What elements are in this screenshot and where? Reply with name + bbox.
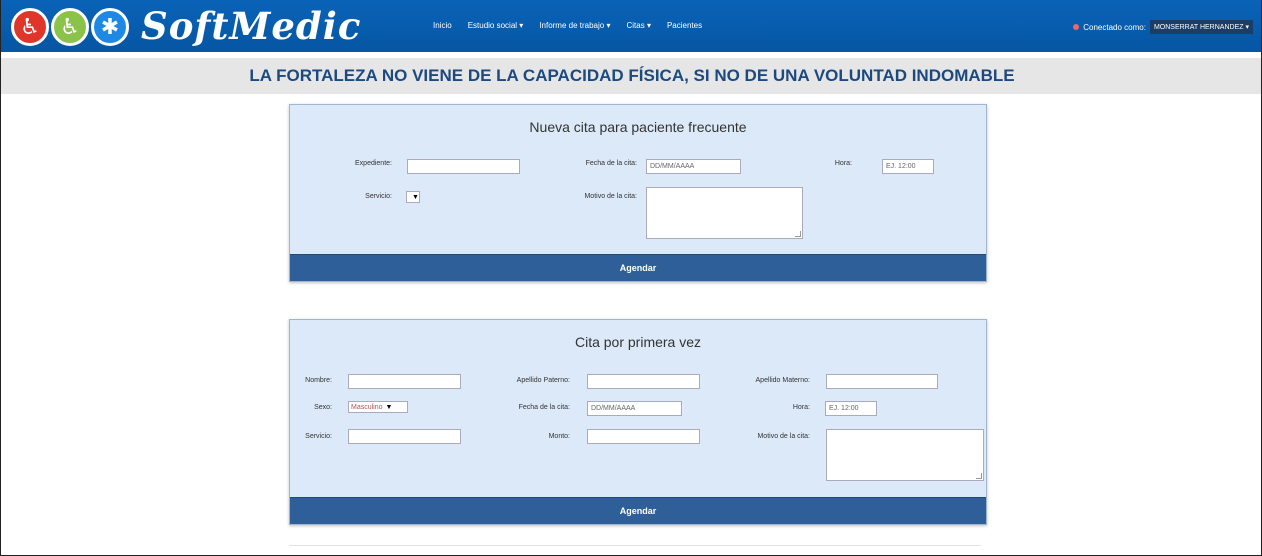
hora-label: Hora:: [834, 160, 852, 167]
form-title: Cita por primera vez: [574, 334, 702, 350]
sexo-select[interactable]: Masculino ▼: [348, 401, 408, 413]
walking-cane-icon: ♿: [51, 8, 89, 46]
nombre-label: Nombre:: [305, 377, 332, 384]
caret-down-icon: ▾: [646, 21, 651, 30]
nav-estudio-social[interactable]: Estudio social ▾: [468, 21, 524, 30]
page: ♿ ♿ ✱ SoftMedic Inicio Estudio social ▾ …: [0, 0, 1262, 556]
fecha-label: Fecha de la cita:: [518, 404, 570, 411]
fecha-label: Fecha de la cita:: [585, 160, 637, 167]
logo[interactable]: ♿ ♿ ✱: [11, 8, 129, 46]
servicio-label: Servicio:: [365, 193, 392, 200]
caret-down-icon: ▾: [606, 21, 611, 30]
nav-informe-trabajo-label: Informe de trabajo: [539, 21, 605, 30]
fecha-input[interactable]: DD/MM/AAAA: [646, 159, 741, 174]
agendar-button-label: Agendar: [619, 263, 657, 273]
brand-name[interactable]: SoftMedic: [141, 4, 361, 48]
caret-down-icon: ▼: [412, 193, 419, 201]
user-name: MONSERRAT HERNANDEZ: [1153, 24, 1244, 31]
apellido-paterno-label: Apellido Paterno:: [516, 377, 570, 384]
nav-citas[interactable]: Citas ▾: [626, 21, 650, 30]
motto-text: LA FORTALEZA NO VIENE DE LA CAPACIDAD FÍ…: [249, 66, 1015, 85]
connected-as-label: Conectado como:: [1083, 22, 1146, 32]
nombre-input[interactable]: [348, 374, 461, 389]
fecha-input[interactable]: DD/MM/AAAA: [587, 401, 682, 416]
nav-citas-label: Citas: [626, 21, 645, 30]
hora-input[interactable]: EJ. 12:00: [882, 159, 934, 174]
nav-informe-trabajo[interactable]: Informe de trabajo ▾: [539, 21, 610, 30]
agendar-button-label: Agendar: [619, 506, 657, 516]
hora-label: Hora:: [792, 404, 810, 411]
user-icon: [1073, 24, 1080, 30]
caret-down-icon: ▼: [385, 403, 393, 411]
user-menu-button[interactable]: MONSERRAT HERNANDEZ ▾: [1149, 20, 1253, 34]
nav-estudio-social-label: Estudio social: [467, 21, 518, 30]
motivo-textarea[interactable]: [826, 429, 984, 481]
servicio-select[interactable]: ▼: [406, 191, 420, 203]
motivo-textarea[interactable]: [646, 187, 803, 239]
servicio-input[interactable]: [348, 429, 461, 444]
apellido-materno-input[interactable]: [826, 374, 938, 389]
nav-pacientes[interactable]: Pacientes: [667, 21, 702, 30]
sexo-value: Masculino: [351, 403, 383, 411]
sexo-label: Sexo:: [314, 404, 332, 411]
apellido-paterno-input[interactable]: [587, 374, 700, 389]
user-area: Conectado como: MONSERRAT HERNANDEZ ▾: [1073, 20, 1253, 34]
main-menu: Inicio Estudio social ▾ Informe de traba…: [433, 21, 702, 30]
hora-input[interactable]: EJ. 12:00: [825, 401, 877, 416]
nav-inicio[interactable]: Inicio: [433, 21, 452, 30]
agendar-button[interactable]: Agendar: [290, 497, 986, 524]
section-divider: [289, 545, 981, 546]
form-title: Nueva cita para paciente frecuente: [529, 119, 747, 135]
motto-banner: LA FORTALEZA NO VIENE DE LA CAPACIDAD FÍ…: [1, 58, 1261, 94]
first-time-form: Cita por primera vez Nombre: Apellido Pa…: [289, 319, 987, 525]
wheelchair-icon: ♿: [11, 8, 49, 46]
top-navbar: ♿ ♿ ✱ SoftMedic Inicio Estudio social ▾ …: [1, 0, 1261, 52]
agendar-button[interactable]: Agendar: [290, 254, 986, 281]
frequent-patient-form: Nueva cita para paciente frecuente Exped…: [289, 104, 987, 282]
caret-down-icon: ▾: [519, 21, 524, 30]
servicio-label: Servicio:: [305, 433, 332, 440]
monto-label: Monto:: [548, 433, 570, 440]
motivo-label: Motivo de la cita:: [584, 193, 637, 200]
expediente-input[interactable]: [407, 159, 520, 174]
motivo-label: Motivo de la cita:: [757, 433, 810, 440]
expediente-label: Expediente:: [355, 160, 392, 167]
apellido-materno-label: Apellido Materno:: [755, 377, 810, 384]
monto-input[interactable]: [587, 429, 700, 444]
caret-down-icon: ▾: [1245, 24, 1249, 31]
person-icon: ✱: [91, 8, 129, 46]
